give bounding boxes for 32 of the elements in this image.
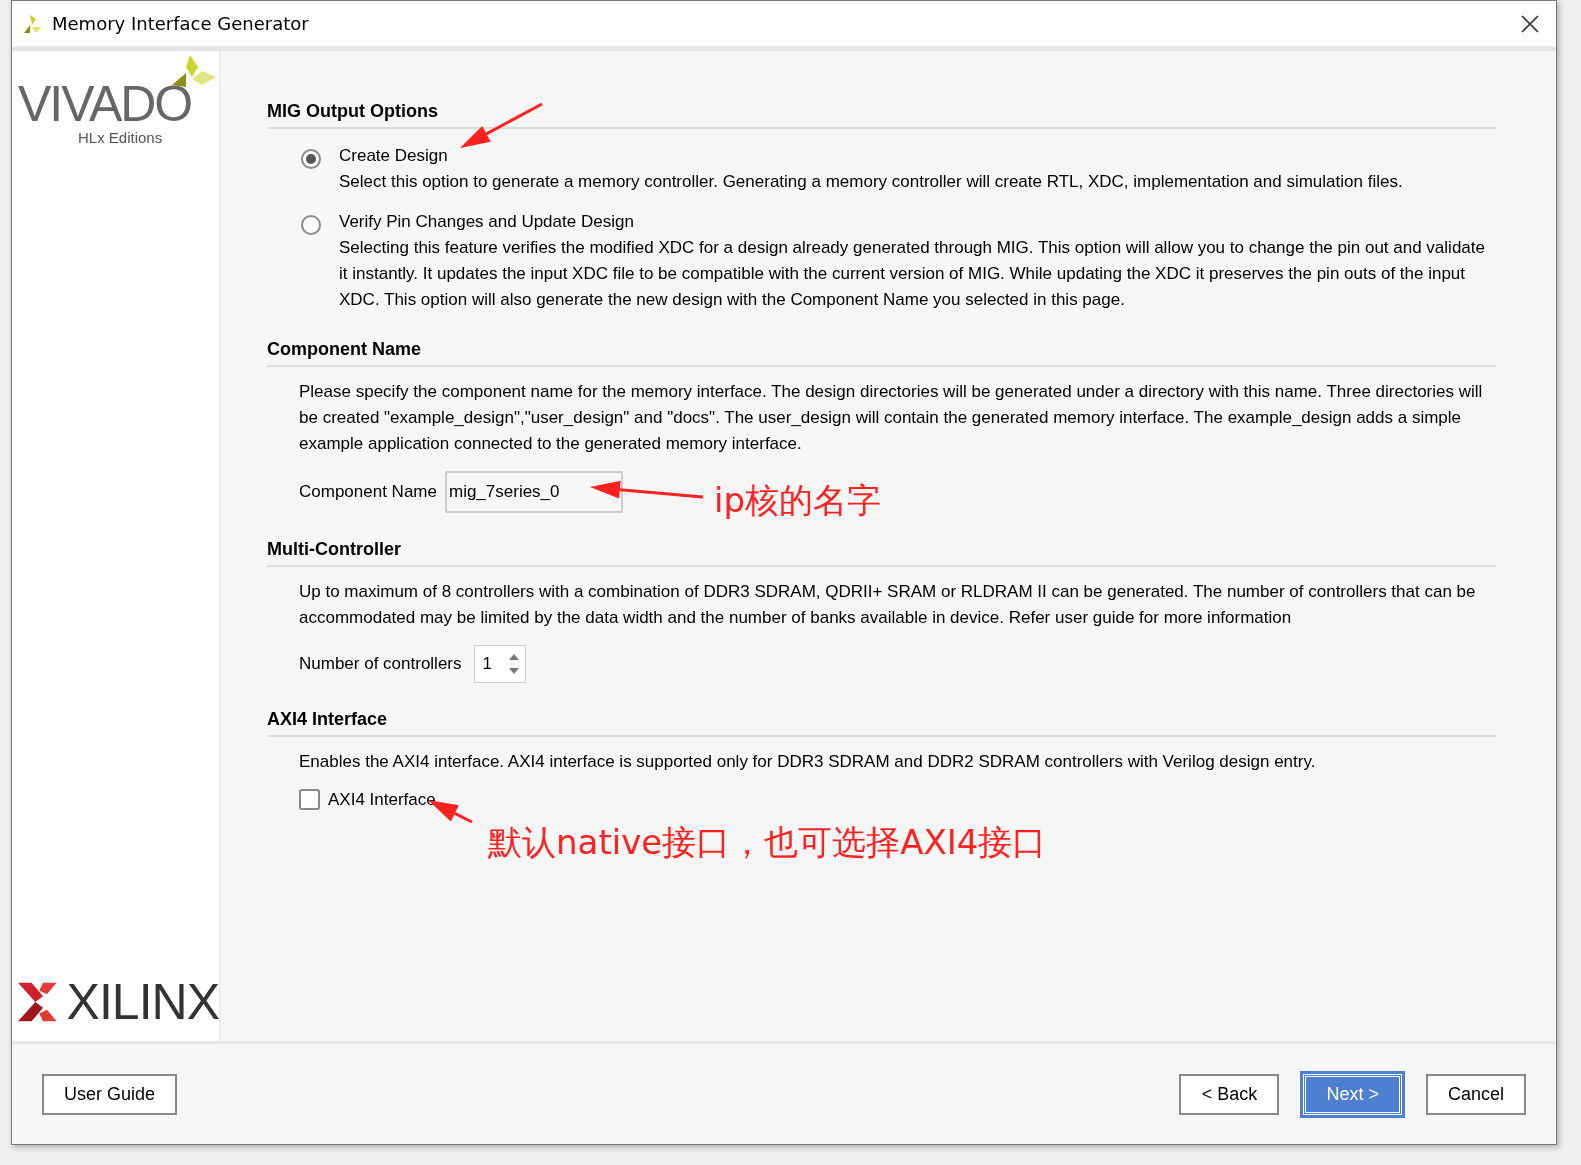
vivado-logo-text: VIVADO [18,79,192,129]
radio-button[interactable] [301,215,321,235]
app-logo-icon [22,12,44,35]
annotation-text: ip核的名字 [714,479,882,522]
dialog-button[interactable]: < Back [1179,1073,1280,1115]
user-guide-button[interactable]: User Guide [42,1073,178,1115]
number-spinner[interactable]: 1 [473,645,526,683]
field-label: Component Name [299,482,437,502]
field-label: Number of controllers [299,654,462,674]
xilinx-logo-text: XILINX [66,973,219,1031]
xilinx-logo-icon [18,982,57,1022]
section-description: Enables the AXI4 interface. AXI4 interface is supported only for DDR3 SDRAM and DDR2 SDRAM controllers with Verilog design entry. [299,751,1317,773]
section-title: MIG Output Options [267,101,1496,129]
dialog-button[interactable]: Next > [1303,1073,1402,1115]
window-title: Memory Interface Generator [52,13,310,34]
checkbox-label: AXI4 Interface [328,789,436,810]
section-title: AXI4 Interface [267,709,1496,737]
option-label: Verify Pin Changes and Update Design [339,211,635,233]
radio-button[interactable] [301,149,321,169]
close-icon[interactable] [1520,13,1540,34]
dialog-button[interactable]: Cancel [1425,1073,1526,1115]
component-name-field[interactable]: mig_7series_0 [444,471,623,513]
option-label: Create Design [339,145,449,167]
checkbox[interactable] [299,789,320,810]
annotation-text: 默认native接口，也可选择AXI4接口 [488,821,1047,864]
section-description: Please specify the component name for the memory interface. The design directories will be generated under a directory with this name. Three directories will be created "example_design","user_design" and "docs". The user_design will contain the generated memory interface. The example_design adds a simple example application connected to the generated memory interface. [299,381,1484,455]
logo-subtitle: HLx Editions [78,129,163,146]
section-title: Multi-Controller [267,539,1496,567]
option-description: Selecting this feature verifies the modified XDC for a design already generated through MIG. This option will allow you to change the pin out and validate it instantly. It updates the input XDC file to be compatible with the current version of MIG. While updating the XDC it preserves the pin outs of the input XDC. This option will also generate the new design with the Component Name you selected in this page. [339,237,1486,311]
section-description: Up to maximum of 8 controllers with a combination of DDR3 SDRAM, QDRII+ SRAM or RLDRAM II can be generated. The number of controllers that can be accommodated may be limited by the data width and the number of banks available in device. Refer user guide for more information [299,581,1477,629]
section-title: Component Name [267,339,1496,367]
option-description: Select this option to generate a memory controller. Generating a memory controller will create RTL, XDC, implementation and simulation files. [339,171,1403,193]
